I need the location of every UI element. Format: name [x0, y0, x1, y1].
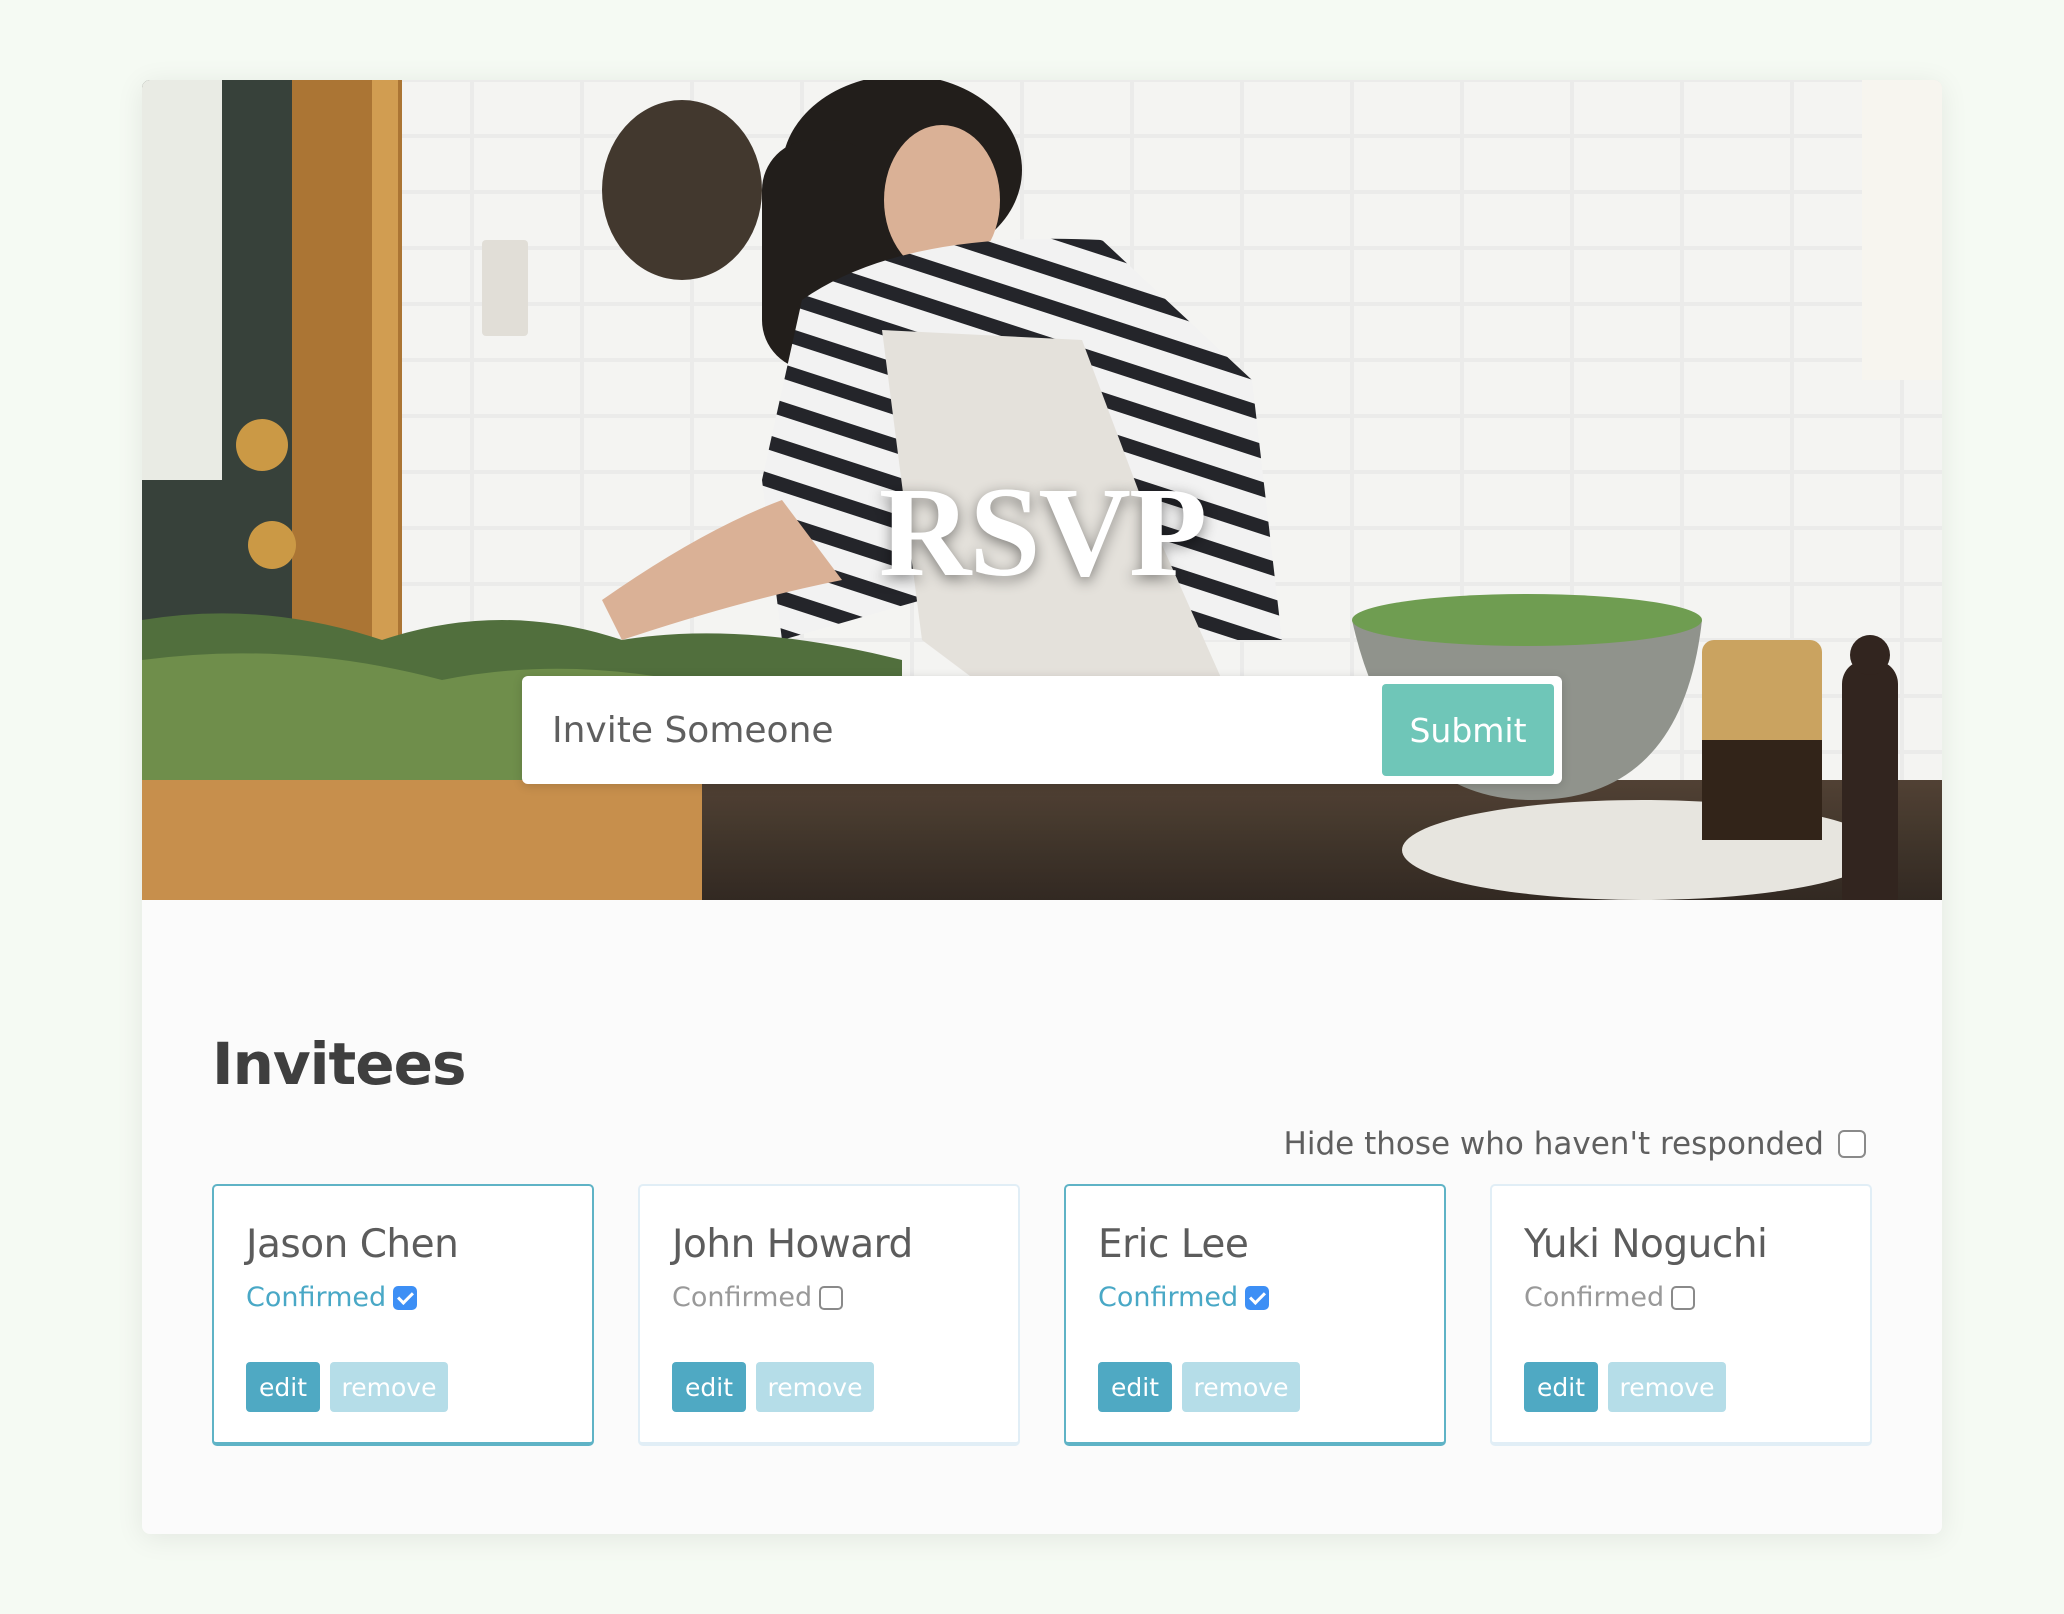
card-actions: edit remove — [246, 1362, 448, 1412]
confirmed-label: Confirmed — [672, 1282, 813, 1313]
card-actions: edit remove — [1524, 1362, 1726, 1412]
edit-button[interactable]: edit — [672, 1362, 746, 1412]
invitee-name: Eric Lee — [1098, 1222, 1249, 1267]
confirmed-label: Confirmed — [1524, 1282, 1665, 1313]
invitee-name: Jason Chen — [246, 1222, 459, 1267]
confirmed-toggle[interactable]: Confirmed — [246, 1282, 418, 1313]
page-title: RSVP — [878, 461, 1207, 603]
confirmed-checkbox[interactable] — [1245, 1285, 1270, 1310]
confirmed-checkbox[interactable] — [819, 1285, 844, 1310]
confirmed-toggle[interactable]: Confirmed — [672, 1282, 844, 1313]
rsvp-app: RSVP Submit Invitees Hide those who have… — [142, 80, 1942, 1534]
remove-button[interactable]: remove — [756, 1362, 874, 1412]
invite-input[interactable] — [522, 676, 1382, 784]
confirmed-toggle[interactable]: Confirmed — [1098, 1282, 1270, 1313]
remove-button[interactable]: remove — [1608, 1362, 1726, 1412]
card-actions: edit remove — [1098, 1362, 1300, 1412]
confirmed-checkbox[interactable] — [393, 1285, 418, 1310]
edit-button[interactable]: edit — [1524, 1362, 1598, 1412]
invitee-name: Yuki Noguchi — [1524, 1222, 1768, 1267]
invitee-card: Jason Chen Confirmed edit remove — [212, 1184, 594, 1446]
invite-form: Submit — [522, 676, 1562, 784]
hide-unresponded-filter[interactable]: Hide those who haven't responded — [1284, 1126, 1866, 1162]
confirmed-checkbox[interactable] — [1671, 1285, 1696, 1310]
hide-unresponded-checkbox[interactable] — [1838, 1130, 1866, 1158]
remove-button[interactable]: remove — [1182, 1362, 1300, 1412]
hide-unresponded-label: Hide those who haven't responded — [1283, 1126, 1824, 1162]
remove-button[interactable]: remove — [330, 1362, 448, 1412]
invitee-card: Eric Lee Confirmed edit remove — [1064, 1184, 1446, 1446]
submit-button[interactable]: Submit — [1382, 684, 1554, 776]
hero-banner: RSVP Submit — [142, 80, 1942, 900]
confirmed-label: Confirmed — [1098, 1282, 1239, 1313]
confirmed-label: Confirmed — [246, 1282, 387, 1313]
invitees-heading: Invitees — [212, 1030, 466, 1098]
edit-button[interactable]: edit — [1098, 1362, 1172, 1412]
card-actions: edit remove — [672, 1362, 874, 1412]
invitee-card: John Howard Confirmed edit remove — [638, 1184, 1020, 1446]
edit-button[interactable]: edit — [246, 1362, 320, 1412]
confirmed-toggle[interactable]: Confirmed — [1524, 1282, 1696, 1313]
invitee-card: Yuki Noguchi Confirmed edit remove — [1490, 1184, 1872, 1446]
invitee-name: John Howard — [672, 1222, 913, 1267]
